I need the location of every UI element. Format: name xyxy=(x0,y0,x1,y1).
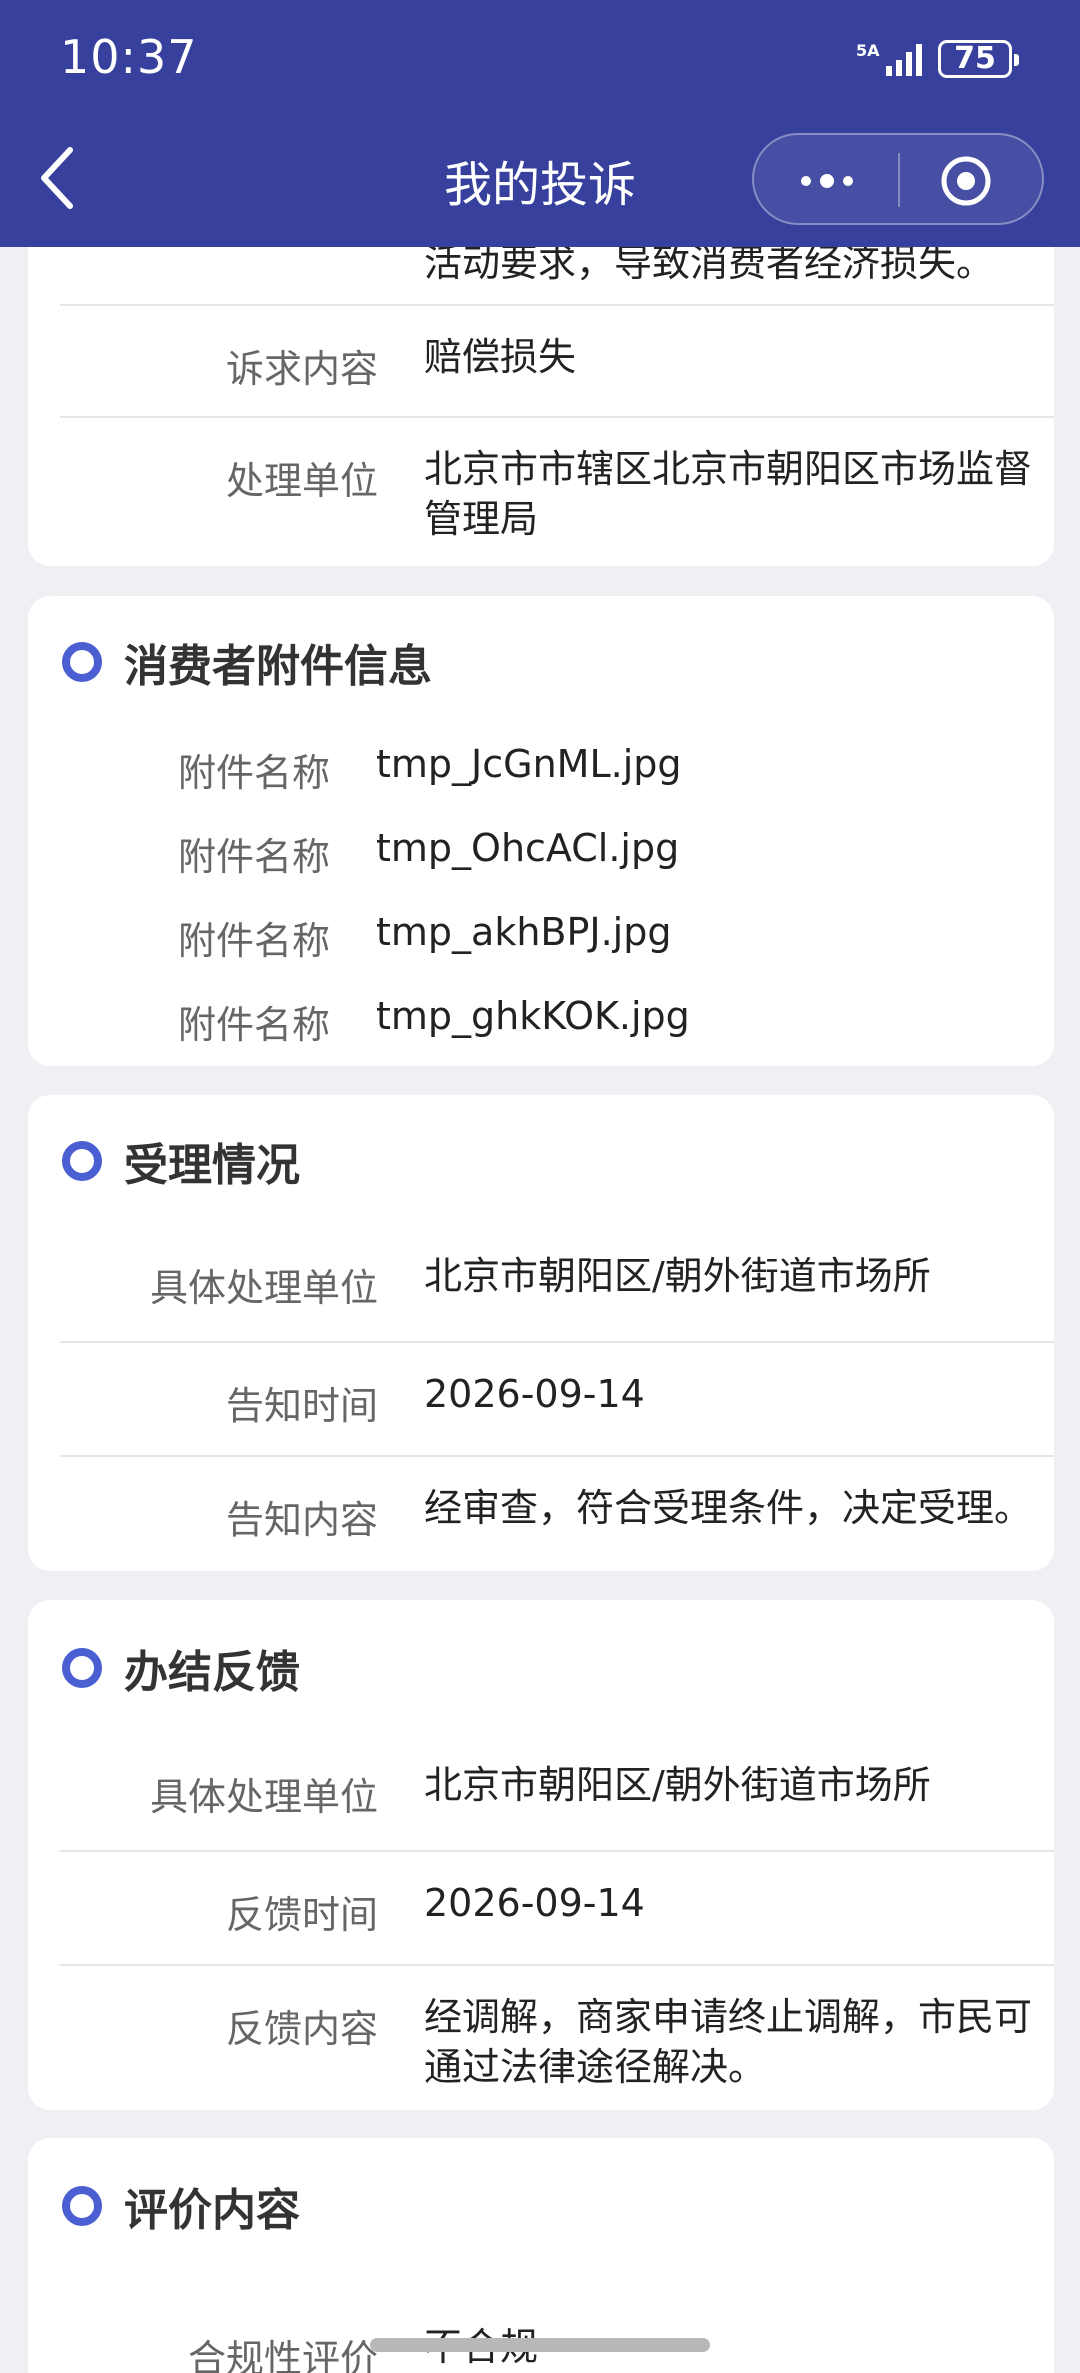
section-dot-icon xyxy=(62,642,102,682)
attachment-label: 附件名称 xyxy=(177,919,330,963)
row-value: 2026-09-14 xyxy=(424,1881,645,1925)
page-title: 我的投诉 xyxy=(443,157,636,213)
row-label: 反馈内容 xyxy=(225,2007,378,2051)
section-dot-icon xyxy=(62,1141,102,1181)
section-title-text: 受理情况 xyxy=(124,1140,300,1191)
status-time: 10:37 xyxy=(60,30,198,84)
row-value: 2026-09-14 xyxy=(424,1372,645,1416)
row-label: 告知时间 xyxy=(225,1384,378,1428)
row-label: 具体处理单位 xyxy=(149,1775,378,1819)
handling-unit-row: 具体处理单位 北京市朝阳区/朝外街道市场所 xyxy=(60,1231,1054,1337)
row-label: 反馈时间 xyxy=(225,1893,378,1937)
screen: 10:37 5A 75 我的投诉 活动要求，导致消费者经济损失。 诉求内容 赔偿… xyxy=(0,0,1080,2373)
section-title-text: 消费者附件信息 xyxy=(124,641,432,692)
section-dot-icon xyxy=(62,2186,102,2226)
feedback-time-row: 反馈时间 2026-09-14 xyxy=(60,1850,1054,1964)
attachment-filename[interactable]: tmp_OhcACl.jpg xyxy=(376,826,679,870)
feedback-card: 办结反馈 具体处理单位 北京市朝阳区/朝外街道市场所 反馈时间 2026-09-… xyxy=(28,1600,1054,2110)
battery-icon: 75 xyxy=(938,40,1019,78)
attachment-item[interactable]: 附件名称 tmp_ghkKOK.jpg xyxy=(60,994,1054,1054)
attachment-filename[interactable]: tmp_JcGnML.jpg xyxy=(376,742,682,786)
section-title: 消费者附件信息 xyxy=(62,630,432,694)
complaint-detail-card: 活动要求，导致消费者经济损失。 诉求内容 赔偿损失 处理单位 北京市市辖区北京市… xyxy=(28,200,1054,566)
section-title-text: 办结反馈 xyxy=(124,1647,300,1698)
row-label: 告知内容 xyxy=(225,1498,378,1542)
more-dots-icon[interactable] xyxy=(792,161,862,201)
row-label: 合规性评价 xyxy=(187,2337,378,2373)
top-bar: 10:37 5A 75 我的投诉 xyxy=(0,0,1080,247)
row-label: 处理单位 xyxy=(225,459,378,503)
attachment-filename[interactable]: tmp_akhBPJ.jpg xyxy=(376,910,671,954)
acceptance-card: 受理情况 具体处理单位 北京市朝阳区/朝外街道市场所 告知时间 2026-09-… xyxy=(28,1095,1054,1571)
handling-unit-row: 具体处理单位 北京市朝阳区/朝外街道市场所 xyxy=(60,1738,1054,1848)
signal-icon: 5A xyxy=(856,41,922,76)
network-label: 5A xyxy=(856,41,880,60)
home-indicator[interactable] xyxy=(370,2338,710,2352)
capsule-divider xyxy=(898,153,900,207)
attachment-item[interactable]: 附件名称 tmp_akhBPJ.jpg xyxy=(60,910,1054,970)
attachment-label: 附件名称 xyxy=(177,751,330,795)
attachment-filename[interactable]: tmp_ghkKOK.jpg xyxy=(376,994,690,1038)
attachments-card: 消费者附件信息 附件名称 tmp_JcGnML.jpg 附件名称 tmp_Ohc… xyxy=(28,596,1054,1066)
row-value: 赔偿损失 xyxy=(424,335,577,379)
attachment-label: 附件名称 xyxy=(177,1003,330,1047)
close-target-icon[interactable] xyxy=(940,155,992,207)
notice-content-row: 告知内容 经审查，符合受理条件，决定受理。 xyxy=(60,1455,1054,1573)
attachment-label: 附件名称 xyxy=(177,835,330,879)
feedback-content-row: 反馈内容 经调解，商家申请终止调解，市民可通过法律途径解决。 xyxy=(60,1964,1054,2112)
row-value: 经调解，商家申请终止调解，市民可通过法律途径解决。 xyxy=(424,1995,1033,2089)
attachment-item[interactable]: 附件名称 tmp_OhcACl.jpg xyxy=(60,826,1054,886)
appeal-content-row: 诉求内容 赔偿损失 xyxy=(60,304,1054,418)
section-title: 评价内容 xyxy=(62,2174,300,2238)
row-value: 经审查，符合受理条件，决定受理。 xyxy=(424,1486,1033,1530)
handling-unit-row: 处理单位 北京市市辖区北京市朝阳区市场监督管理局 xyxy=(60,416,1054,568)
section-title: 办结反馈 xyxy=(62,1636,300,1700)
back-arrow-icon[interactable] xyxy=(30,140,90,216)
notice-time-row: 告知时间 2026-09-14 xyxy=(60,1341,1054,1455)
row-label: 诉求内容 xyxy=(225,347,378,391)
row-value: 北京市朝阳区/朝外街道市场所 xyxy=(424,1763,931,1807)
section-title: 受理情况 xyxy=(62,1129,300,1193)
row-value: 北京市市辖区北京市朝阳区市场监督管理局 xyxy=(424,447,1033,541)
row-value: 北京市朝阳区/朝外街道市场所 xyxy=(424,1254,931,1298)
mini-program-capsule xyxy=(752,133,1044,225)
row-label: 具体处理单位 xyxy=(149,1266,378,1310)
section-title-text: 评价内容 xyxy=(124,2185,300,2236)
section-dot-icon xyxy=(62,1648,102,1688)
attachment-item[interactable]: 附件名称 tmp_JcGnML.jpg xyxy=(60,742,1054,802)
